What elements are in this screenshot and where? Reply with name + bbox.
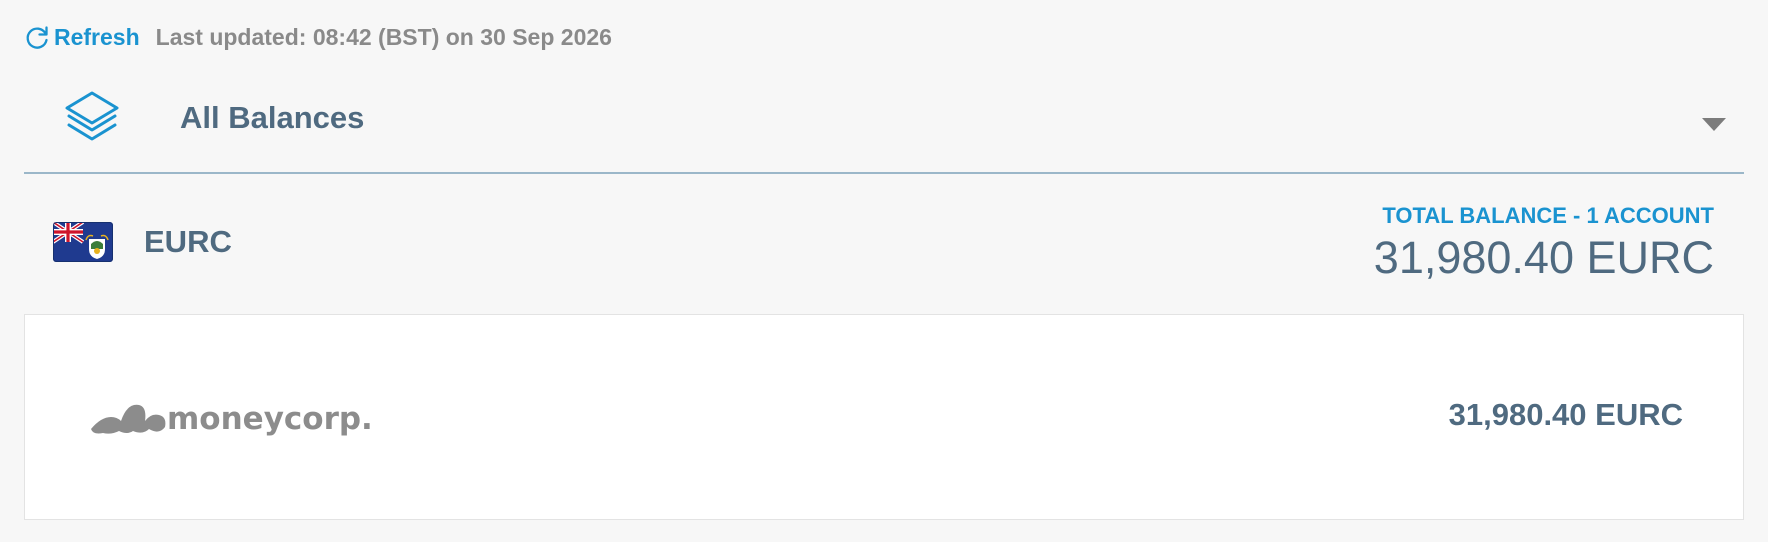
balances-page: Refresh Last updated: 08:42 (BST) on 30 …	[0, 0, 1768, 542]
moneycorp-logo-wordmark: moneycorp.	[167, 401, 373, 437]
refresh-button[interactable]: Refresh	[24, 24, 140, 51]
currency-code: EURC	[144, 224, 232, 259]
last-updated-text: Last updated: 08:42 (BST) on 30 Sep 2026	[155, 23, 612, 50]
total-balance-value: 31,980.40 EURC	[1373, 232, 1714, 283]
currency-header: EURC TOTAL BALANCE - 1 ACCOUNT 31,980.40…	[24, 176, 1744, 312]
moneycorp-logo: moneycorp.	[91, 401, 373, 437]
chevron-down-icon[interactable]	[1702, 118, 1726, 131]
total-balance-label: TOTAL BALANCE - 1 ACCOUNT	[1382, 203, 1714, 228]
refresh-label: Refresh	[54, 23, 140, 50]
account-card[interactable]: moneycorp. 31,980.40 EURC	[24, 314, 1744, 520]
refresh-icon	[26, 25, 48, 49]
ascension-island-flag-icon	[53, 222, 113, 262]
layers-icon	[65, 91, 119, 141]
balances-dropdown-title: All Balances	[180, 100, 365, 135]
balances-dropdown[interactable]: All Balances	[24, 80, 1744, 174]
refresh-row: Refresh Last updated: 08:42 (BST) on 30 …	[24, 20, 612, 54]
account-balance: 31,980.40 EURC	[1448, 397, 1683, 432]
